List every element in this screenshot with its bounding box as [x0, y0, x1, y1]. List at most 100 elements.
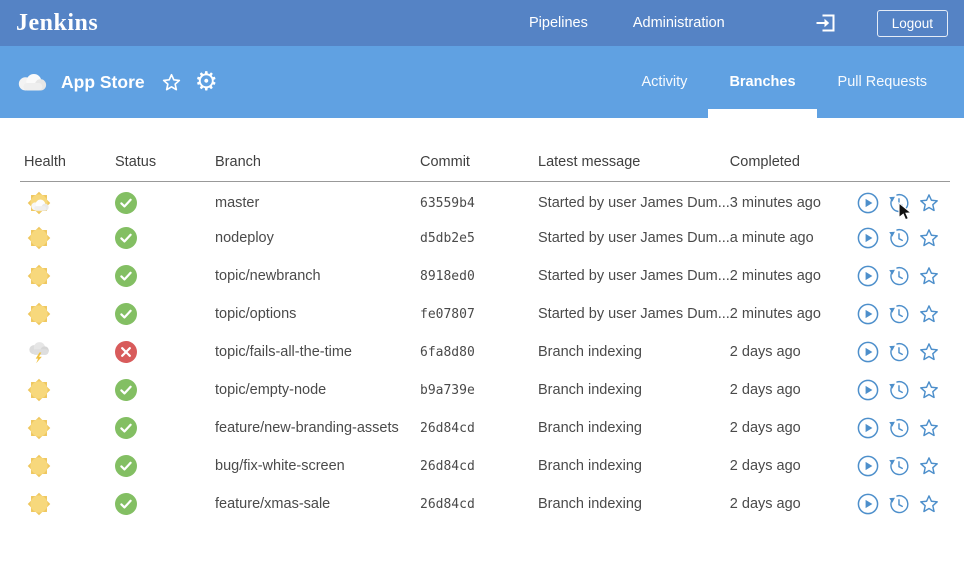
health-sunny-icon [24, 489, 54, 519]
health-sunny-icon [24, 223, 54, 253]
branch-name: feature/xmas-sale [215, 485, 420, 523]
favorite-star-button[interactable] [918, 417, 940, 439]
replay-history-button[interactable] [887, 493, 910, 515]
commit-hash: 6fa8d80 [420, 333, 538, 371]
latest-message: Started by user James Dum... [538, 295, 730, 333]
favorite-star-button[interactable] [918, 192, 940, 214]
branch-row[interactable]: topic/empty-nodeb9a739eBranch indexing2 … [20, 371, 950, 409]
branch-row[interactable]: bug/fix-white-screen26d84cdBranch indexi… [20, 447, 950, 485]
status-success-icon [115, 493, 137, 515]
run-play-button[interactable] [857, 417, 879, 439]
column-header-actions [857, 146, 950, 181]
run-play-button[interactable] [857, 379, 879, 401]
latest-message: Started by user James Dum... [538, 181, 730, 219]
run-play-button[interactable] [857, 341, 879, 363]
run-play-button[interactable] [857, 265, 879, 287]
favorite-star-button[interactable] [918, 455, 940, 477]
favorite-star-button[interactable] [918, 227, 940, 249]
replay-history-button[interactable] [887, 303, 910, 325]
branch-name: topic/options [215, 295, 420, 333]
completed-time: 2 days ago [730, 447, 857, 485]
branch-name: feature/new-branding-assets [215, 409, 420, 447]
status-success-icon [115, 455, 137, 477]
branch-name: topic/fails-all-the-time [215, 333, 420, 371]
replay-history-button[interactable] [887, 227, 910, 249]
branch-row[interactable]: nodeployd5db2e5Started by user James Dum… [20, 219, 950, 257]
commit-hash: b9a739e [420, 371, 538, 409]
branches-table-container: Health Status Branch Commit Latest messa… [0, 118, 964, 523]
branch-row[interactable]: topic/fails-all-the-time6fa8d80Branch in… [20, 333, 950, 371]
run-play-button[interactable] [857, 455, 879, 477]
favorite-star-button[interactable] [918, 493, 940, 515]
favorite-star-icon[interactable] [161, 72, 182, 93]
exit-arrow-icon[interactable] [815, 12, 837, 34]
replay-history-button[interactable] [887, 379, 910, 401]
run-play-button[interactable] [857, 192, 879, 214]
favorite-star-button[interactable] [918, 341, 940, 363]
health-sunny-icon [24, 299, 54, 329]
column-header-completed: Completed [730, 146, 857, 181]
favorite-star-button[interactable] [918, 379, 940, 401]
latest-message: Branch indexing [538, 333, 730, 371]
latest-message: Branch indexing [538, 447, 730, 485]
branch-row[interactable]: topic/newbranch8918ed0Started by user Ja… [20, 257, 950, 295]
latest-message: Branch indexing [538, 485, 730, 523]
status-success-icon [115, 303, 137, 325]
commit-hash: 26d84cd [420, 447, 538, 485]
pipeline-title: App Store [61, 72, 145, 93]
branch-name: bug/fix-white-screen [215, 447, 420, 485]
commit-hash: d5db2e5 [420, 219, 538, 257]
branch-row[interactable]: master63559b4Started by user James Dum..… [20, 181, 950, 219]
health-storm-icon [24, 337, 54, 367]
commit-hash: 63559b4 [420, 181, 538, 219]
table-header-row: Health Status Branch Commit Latest messa… [20, 146, 950, 181]
health-sunny-icon [24, 261, 54, 291]
branch-name: topic/newbranch [215, 257, 420, 295]
branch-row[interactable]: feature/new-branding-assets26d84cdBranch… [20, 409, 950, 447]
health-sunny-icon [24, 451, 54, 481]
tab-branches[interactable]: Branches [708, 46, 816, 118]
latest-message: Branch indexing [538, 371, 730, 409]
replay-history-button[interactable] [887, 341, 910, 363]
commit-hash: 8918ed0 [420, 257, 538, 295]
top-navigation-bar: Jenkins Pipelines Administration Logout [0, 0, 964, 46]
completed-time: a minute ago [730, 219, 857, 257]
tab-activity[interactable]: Activity [621, 46, 709, 118]
completed-time: 2 days ago [730, 409, 857, 447]
column-header-commit: Commit [420, 146, 538, 181]
pipeline-tabs: Activity Branches Pull Requests [621, 46, 948, 118]
pipeline-header: App Store ⚙ Activity Branches Pull Reque… [0, 46, 964, 118]
completed-time: 2 days ago [730, 371, 857, 409]
tab-pull-requests[interactable]: Pull Requests [817, 46, 948, 118]
jenkins-blueocean-app: Jenkins Pipelines Administration Logout … [0, 0, 964, 564]
health-sunny-icon [24, 375, 54, 405]
replay-history-button[interactable] [887, 417, 910, 439]
run-play-button[interactable] [857, 493, 879, 515]
run-play-button[interactable] [857, 303, 879, 325]
replay-history-button[interactable] [887, 192, 910, 214]
column-header-latest-message: Latest message [538, 146, 730, 181]
status-success-icon [115, 227, 137, 249]
branch-row[interactable]: topic/optionsfe07807Started by user Jame… [20, 295, 950, 333]
branch-name: nodeploy [215, 219, 420, 257]
jenkins-logo[interactable]: Jenkins [16, 10, 98, 37]
nav-pipelines[interactable]: Pipelines [529, 15, 588, 31]
latest-message: Branch indexing [538, 409, 730, 447]
status-failure-icon [115, 341, 137, 363]
replay-history-button[interactable] [887, 455, 910, 477]
column-header-health: Health [20, 146, 115, 181]
favorite-star-button[interactable] [918, 303, 940, 325]
health-partly-cloudy-icon [24, 188, 54, 218]
commit-hash: fe07807 [420, 295, 538, 333]
settings-gear-icon[interactable]: ⚙ [195, 68, 218, 94]
replay-history-button[interactable] [887, 265, 910, 287]
run-play-button[interactable] [857, 227, 879, 249]
top-nav: Pipelines Administration [529, 15, 725, 31]
latest-message: Started by user James Dum... [538, 257, 730, 295]
logout-button[interactable]: Logout [877, 10, 948, 37]
branch-row[interactable]: feature/xmas-sale26d84cdBranch indexing2… [20, 485, 950, 523]
nav-administration[interactable]: Administration [633, 15, 725, 31]
favorite-star-button[interactable] [918, 265, 940, 287]
branches-table: Health Status Branch Commit Latest messa… [20, 146, 950, 523]
commit-hash: 26d84cd [420, 409, 538, 447]
